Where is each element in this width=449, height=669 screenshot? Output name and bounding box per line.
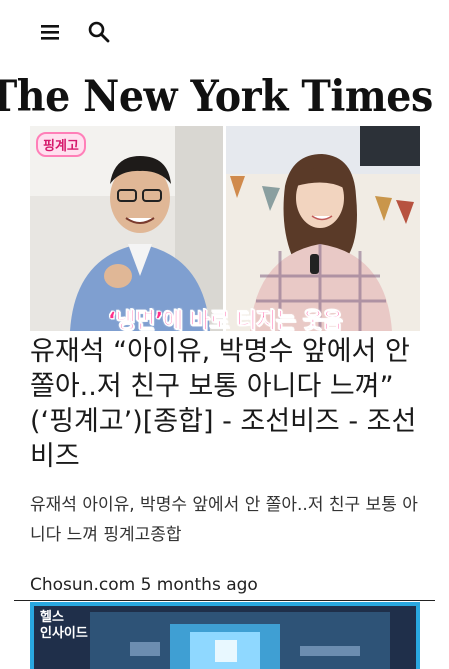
image-caption-overlay: ‘냉면’에 바로 터지는 웃음 bbox=[107, 309, 343, 331]
show-logo-badge: 핑계고 bbox=[36, 132, 86, 157]
article-hero-image[interactable]: 핑계고 ‘냉면’에 바로 터지는 웃음 bbox=[30, 126, 420, 331]
article-source-time: Chosun.com 5 months ago bbox=[30, 575, 258, 595]
nyt-logo[interactable]: The New York Times bbox=[0, 68, 433, 126]
article-divider bbox=[14, 600, 435, 601]
article-headline[interactable]: 유재석 “아이유, 박명수 앞에서 안 쫄아..저 친구 보통 아니다 느껴” … bbox=[30, 334, 422, 474]
article-summary: 유재석 아이유, 박명수 앞에서 안 쫄아..저 친구 보통 아니다 느껴 핑계… bbox=[30, 495, 418, 545]
top-toolbar bbox=[0, 0, 449, 64]
next-article-thumbnail[interactable]: 헬스 인사이드 bbox=[30, 602, 420, 669]
hamburger-menu-icon[interactable] bbox=[38, 20, 62, 44]
search-icon[interactable] bbox=[86, 19, 112, 45]
thumbnail-label-line1: 헬스 bbox=[40, 610, 64, 625]
thumbnail-label: 헬스 인사이드 bbox=[40, 610, 88, 642]
thumbnail-label-line2: 인사이드 bbox=[40, 626, 88, 641]
